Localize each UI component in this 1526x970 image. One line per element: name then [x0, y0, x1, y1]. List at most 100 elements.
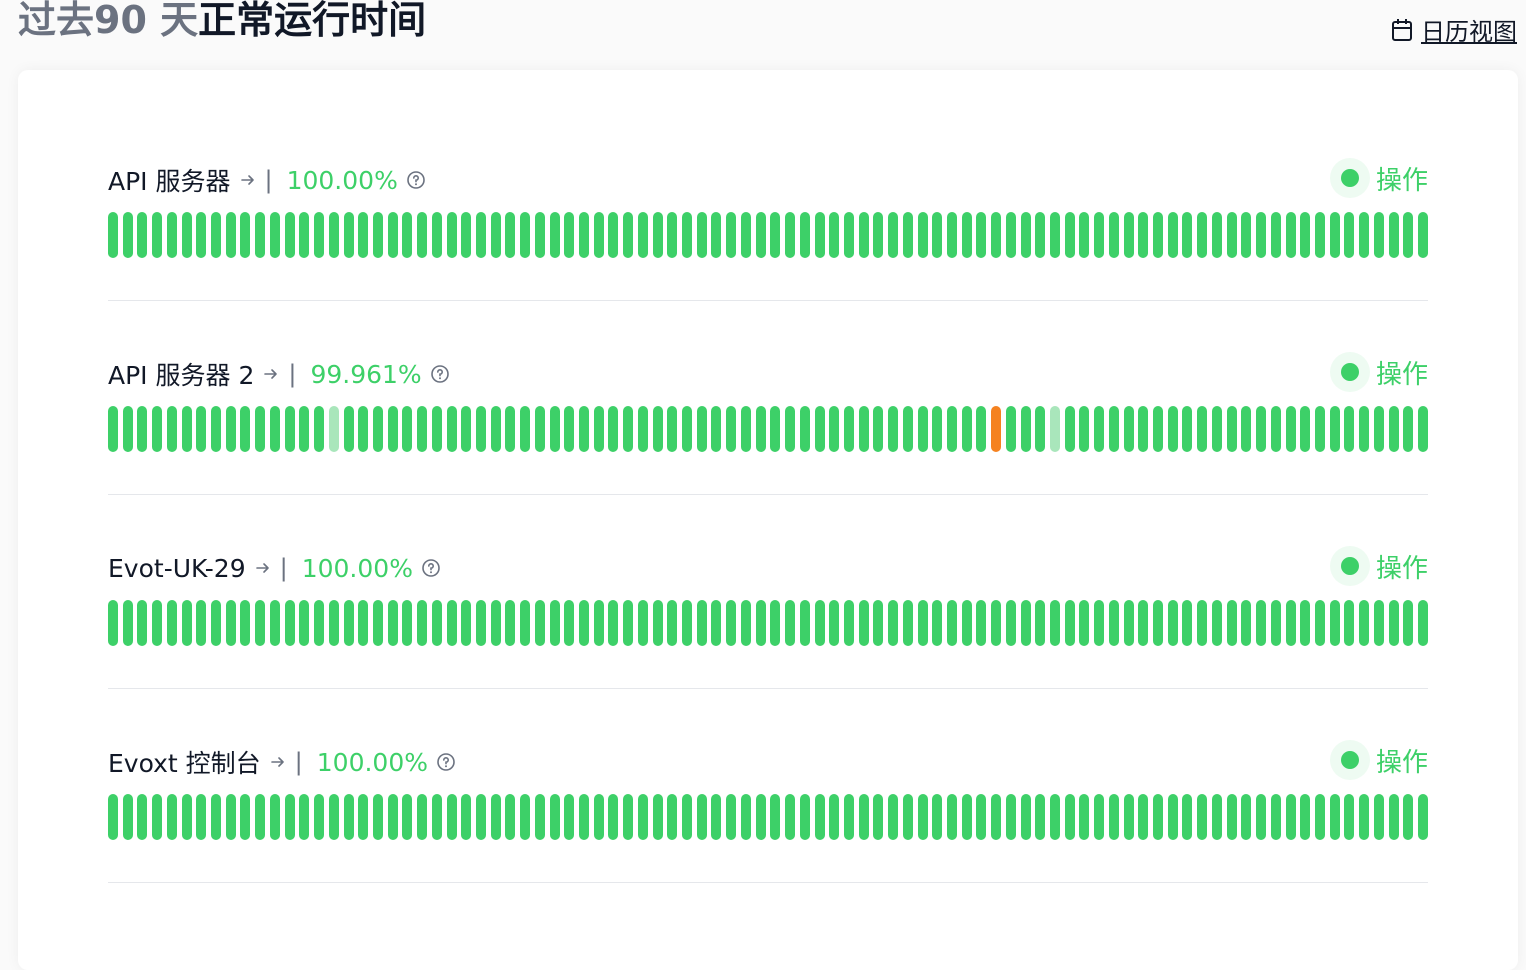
uptime-day-bar[interactable]: [932, 406, 943, 452]
uptime-day-bar[interactable]: [1226, 600, 1237, 646]
uptime-day-bar[interactable]: [534, 406, 545, 452]
uptime-day-bar[interactable]: [1064, 406, 1075, 452]
uptime-day-bar[interactable]: [1211, 406, 1222, 452]
uptime-day-bar[interactable]: [1197, 794, 1208, 840]
uptime-day-bar[interactable]: [1123, 600, 1134, 646]
uptime-day-bar[interactable]: [1079, 212, 1090, 258]
uptime-day-bar[interactable]: [1241, 212, 1252, 258]
uptime-day-bar[interactable]: [1138, 212, 1149, 258]
uptime-day-bar[interactable]: [1329, 406, 1340, 452]
uptime-day-bar[interactable]: [917, 212, 928, 258]
uptime-day-bar[interactable]: [1050, 794, 1061, 840]
uptime-day-bar[interactable]: [1256, 406, 1267, 452]
uptime-day-bar[interactable]: [240, 600, 251, 646]
uptime-day-bar[interactable]: [534, 212, 545, 258]
uptime-day-bar[interactable]: [1241, 794, 1252, 840]
uptime-day-bar[interactable]: [1418, 794, 1428, 840]
uptime-day-bar[interactable]: [108, 406, 118, 452]
uptime-day-bar[interactable]: [858, 600, 869, 646]
arrow-right-icon[interactable]: [269, 753, 287, 771]
uptime-day-bar[interactable]: [1329, 600, 1340, 646]
uptime-day-bar[interactable]: [579, 406, 589, 452]
uptime-day-bar[interactable]: [667, 600, 678, 646]
uptime-day-bar[interactable]: [358, 794, 369, 840]
uptime-day-bar[interactable]: [564, 794, 575, 840]
uptime-day-bar[interactable]: [137, 794, 148, 840]
uptime-day-bar[interactable]: [1035, 212, 1046, 258]
uptime-day-bar[interactable]: [1314, 406, 1325, 452]
uptime-day-bar[interactable]: [402, 212, 413, 258]
uptime-day-bar[interactable]: [196, 794, 207, 840]
uptime-day-bar[interactable]: [446, 406, 457, 452]
uptime-day-bar[interactable]: [417, 212, 428, 258]
uptime-day-bar[interactable]: [873, 212, 884, 258]
uptime-day-bar[interactable]: [1167, 794, 1178, 840]
uptime-day-bar[interactable]: [843, 600, 854, 646]
uptime-day-bar[interactable]: [1094, 212, 1105, 258]
uptime-day-bar[interactable]: [240, 794, 251, 840]
uptime-day-bar[interactable]: [1226, 794, 1237, 840]
uptime-day-bar[interactable]: [152, 794, 163, 840]
uptime-day-bar[interactable]: [1211, 212, 1222, 258]
uptime-day-bar[interactable]: [1005, 406, 1016, 452]
uptime-day-bar[interactable]: [814, 406, 825, 452]
uptime-day-bar[interactable]: [873, 794, 884, 840]
uptime-day-bar[interactable]: [358, 406, 369, 452]
uptime-day-bar[interactable]: [1094, 600, 1105, 646]
uptime-day-bar[interactable]: [696, 406, 707, 452]
uptime-day-bar[interactable]: [770, 406, 781, 452]
uptime-day-bar[interactable]: [1359, 212, 1370, 258]
uptime-day-bar[interactable]: [1388, 212, 1399, 258]
arrow-right-icon[interactable]: [239, 171, 257, 189]
uptime-day-bar[interactable]: [976, 406, 987, 452]
uptime-day-bar[interactable]: [284, 600, 295, 646]
uptime-day-bar[interactable]: [1153, 212, 1164, 258]
uptime-day-bar[interactable]: [1153, 600, 1164, 646]
uptime-day-bar[interactable]: [1050, 600, 1061, 646]
uptime-day-bar[interactable]: [726, 212, 737, 258]
uptime-day-bar[interactable]: [505, 794, 516, 840]
uptime-day-bar[interactable]: [1153, 406, 1164, 452]
uptime-day-bar[interactable]: [814, 794, 825, 840]
uptime-day-bar[interactable]: [431, 600, 442, 646]
uptime-day-bar[interactable]: [490, 600, 501, 646]
uptime-day-bar[interactable]: [328, 794, 339, 840]
uptime-day-bar[interactable]: [166, 794, 177, 840]
uptime-day-bar[interactable]: [299, 794, 310, 840]
uptime-day-bar[interactable]: [637, 600, 648, 646]
uptime-day-bar[interactable]: [1211, 600, 1222, 646]
uptime-day-bar[interactable]: [740, 794, 751, 840]
uptime-day-bar[interactable]: [417, 406, 428, 452]
uptime-day-bar[interactable]: [1314, 794, 1325, 840]
uptime-day-bar[interactable]: [1138, 600, 1149, 646]
uptime-day-bar[interactable]: [1108, 212, 1119, 258]
uptime-day-bar[interactable]: [490, 794, 501, 840]
uptime-day-bar[interactable]: [1079, 600, 1090, 646]
uptime-day-bar[interactable]: [1285, 794, 1296, 840]
uptime-day-bar[interactable]: [284, 794, 295, 840]
uptime-day-bar[interactable]: [829, 212, 840, 258]
uptime-day-bar[interactable]: [372, 212, 383, 258]
uptime-day-bar[interactable]: [902, 212, 913, 258]
help-circle-icon[interactable]: [421, 558, 441, 578]
uptime-day-bar[interactable]: [1020, 600, 1031, 646]
uptime-day-bar[interactable]: [932, 600, 943, 646]
uptime-day-bar[interactable]: [637, 212, 648, 258]
uptime-day-bar[interactable]: [961, 794, 972, 840]
uptime-day-bar[interactable]: [652, 212, 663, 258]
uptime-day-bar[interactable]: [1153, 794, 1164, 840]
uptime-day-bar[interactable]: [225, 794, 236, 840]
uptime-day-bar[interactable]: [623, 794, 634, 840]
uptime-day-bar[interactable]: [785, 794, 796, 840]
uptime-day-bar[interactable]: [108, 212, 118, 258]
uptime-day-bar[interactable]: [799, 794, 810, 840]
uptime-day-bar[interactable]: [608, 406, 619, 452]
uptime-day-bar[interactable]: [284, 406, 295, 452]
uptime-day-bar[interactable]: [814, 212, 825, 258]
uptime-day-bar[interactable]: [1373, 600, 1384, 646]
uptime-day-bar[interactable]: [461, 406, 472, 452]
uptime-day-bar[interactable]: [799, 406, 810, 452]
uptime-day-bar[interactable]: [1300, 212, 1311, 258]
uptime-day-bar[interactable]: [1329, 212, 1340, 258]
uptime-day-bar[interactable]: [1197, 406, 1208, 452]
